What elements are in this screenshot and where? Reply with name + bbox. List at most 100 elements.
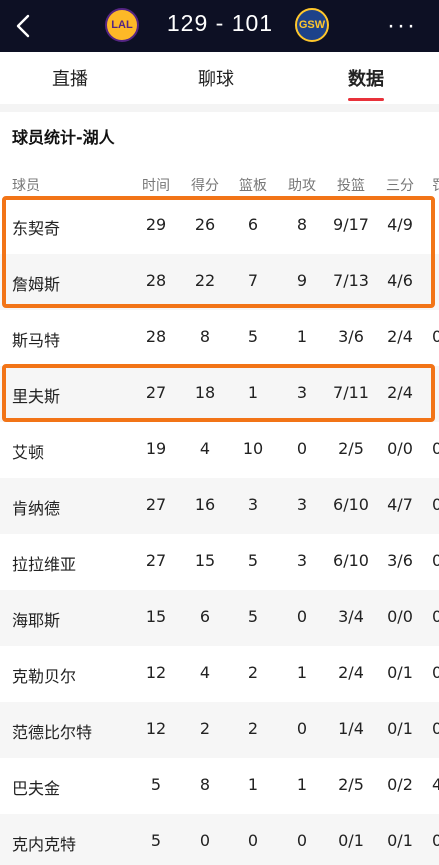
away-team-logo[interactable]: GSW (295, 8, 329, 42)
rebounds-cell: 7 (247, 271, 259, 290)
home-team-logo[interactable]: LAL (105, 8, 139, 42)
top-bar: LAL 129 - 101 GSW ··· (0, 0, 439, 52)
minutes-cell: 5 (150, 775, 162, 794)
three-pointers-cell: 0/1 (387, 663, 413, 682)
assists-cell: 1 (296, 775, 308, 794)
points-cell: 18 (194, 383, 216, 402)
table-row[interactable]: 克内克特 5 0 0 0 0/1 0/1 0 (0, 814, 439, 865)
player-name: 肯纳德 (12, 499, 61, 518)
minutes-cell: 27 (145, 551, 167, 570)
free-throws-cell: 4 (432, 775, 439, 794)
field-goals-cell: 7/13 (333, 271, 369, 290)
rebounds-cell: 1 (247, 383, 259, 402)
col-field-goals[interactable]: 投篮 (336, 175, 366, 195)
table-row[interactable]: 詹姆斯 28 22 7 9 7/13 4/6 (0, 254, 439, 310)
minutes-cell: 12 (145, 663, 167, 682)
tab-chat[interactable]: 聊球 (198, 65, 234, 91)
table-header: 球员 时间 得分 篮板 助攻 投篮 三分 罚 (0, 168, 439, 198)
table-row[interactable]: 海耶斯 15 6 5 0 3/4 0/0 0 (0, 590, 439, 646)
assists-cell: 8 (296, 215, 308, 234)
table-row[interactable]: 肯纳德 27 16 3 3 6/10 4/7 0 (0, 478, 439, 534)
table-row[interactable]: 范德比尔特 12 2 2 0 1/4 0/1 0 (0, 702, 439, 758)
points-cell: 8 (199, 775, 211, 794)
assists-cell: 0 (296, 719, 308, 738)
free-throws-cell: 0 (432, 495, 439, 514)
assists-cell: 1 (296, 327, 308, 346)
tab-bar: 直播 聊球 数据 (0, 52, 439, 104)
assists-cell: 3 (296, 495, 308, 514)
field-goals-cell: 2/4 (338, 663, 364, 682)
more-menu-button[interactable]: ··· (387, 12, 417, 40)
three-pointers-cell: 3/6 (387, 551, 413, 570)
player-name: 斯马特 (12, 331, 61, 350)
three-pointers-cell: 0/2 (387, 775, 413, 794)
assists-cell: 9 (296, 271, 308, 290)
player-name: 克勒贝尔 (12, 667, 77, 686)
free-throws-cell: 0 (432, 439, 439, 458)
free-throws-cell: 0 (432, 327, 439, 346)
tab-live[interactable]: 直播 (52, 65, 88, 91)
three-pointers-cell: 0/1 (387, 831, 413, 850)
points-cell: 26 (194, 215, 216, 234)
rebounds-cell: 5 (247, 551, 259, 570)
free-throws-cell: 0 (432, 607, 439, 626)
table-row[interactable]: 艾顿 19 4 10 0 2/5 0/0 0 (0, 422, 439, 478)
assists-cell: 3 (296, 551, 308, 570)
col-free-throws[interactable]: 罚 (432, 175, 439, 195)
minutes-cell: 12 (145, 719, 167, 738)
player-name: 詹姆斯 (12, 275, 61, 294)
player-name: 里夫斯 (12, 387, 61, 406)
player-name: 范德比尔特 (12, 723, 93, 742)
col-player: 球员 (12, 178, 40, 194)
minutes-cell: 29 (145, 215, 167, 234)
points-cell: 4 (199, 663, 211, 682)
rebounds-cell: 10 (242, 439, 264, 458)
section-title: 球员统计-湖人 (12, 128, 115, 147)
field-goals-cell: 2/5 (338, 439, 364, 458)
assists-cell: 0 (296, 439, 308, 458)
col-rebounds[interactable]: 篮板 (238, 175, 268, 195)
three-pointers-cell: 4/9 (387, 215, 413, 234)
tab-stats[interactable]: 数据 (348, 65, 384, 91)
three-pointers-cell: 0/0 (387, 439, 413, 458)
col-three-pointers[interactable]: 三分 (385, 175, 415, 195)
rebounds-cell: 2 (247, 719, 259, 738)
three-pointers-cell: 0/0 (387, 607, 413, 626)
col-time[interactable]: 时间 (141, 175, 171, 195)
section-divider (0, 104, 439, 112)
back-icon[interactable] (10, 10, 38, 42)
minutes-cell: 28 (145, 327, 167, 346)
active-tab-indicator (348, 98, 384, 101)
table-row[interactable]: 拉拉维亚 27 15 5 3 6/10 3/6 0 (0, 534, 439, 590)
score: 129 - 101 (166, 10, 274, 36)
player-name: 艾顿 (12, 443, 45, 462)
field-goals-cell: 1/4 (338, 719, 364, 738)
table-row[interactable]: 巴夫金 5 8 1 1 2/5 0/2 4 (0, 758, 439, 814)
table-row[interactable]: 里夫斯 27 18 1 3 7/11 2/4 (0, 366, 439, 422)
assists-cell: 1 (296, 663, 308, 682)
three-pointers-cell: 0/1 (387, 719, 413, 738)
player-name: 巴夫金 (12, 779, 61, 798)
field-goals-cell: 6/10 (333, 495, 369, 514)
free-throws-cell: 0 (432, 719, 439, 738)
col-points[interactable]: 得分 (190, 175, 220, 195)
col-assists[interactable]: 助攻 (287, 175, 317, 195)
table-row[interactable]: 东契奇 29 26 6 8 9/17 4/9 (0, 198, 439, 254)
three-pointers-cell: 4/7 (387, 495, 413, 514)
field-goals-cell: 7/11 (333, 383, 369, 402)
rebounds-cell: 6 (247, 215, 259, 234)
free-throws-cell: 0 (432, 663, 439, 682)
field-goals-cell: 2/5 (338, 775, 364, 794)
rebounds-cell: 5 (247, 607, 259, 626)
minutes-cell: 27 (145, 383, 167, 402)
field-goals-cell: 6/10 (333, 551, 369, 570)
minutes-cell: 28 (145, 271, 167, 290)
table-row[interactable]: 克勒贝尔 12 4 2 1 2/4 0/1 0 (0, 646, 439, 702)
points-cell: 2 (199, 719, 211, 738)
table-row[interactable]: 斯马特 28 8 5 1 3/6 2/4 0 (0, 310, 439, 366)
points-cell: 0 (199, 831, 211, 850)
field-goals-cell: 3/4 (338, 607, 364, 626)
points-cell: 16 (194, 495, 216, 514)
player-name: 东契奇 (12, 219, 61, 238)
rebounds-cell: 3 (247, 495, 259, 514)
